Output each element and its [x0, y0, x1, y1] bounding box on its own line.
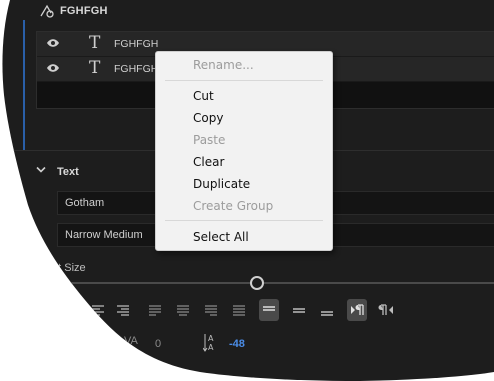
menu-item-clear[interactable]: Clear: [193, 155, 224, 169]
align-right-icon: [113, 301, 133, 319]
menu-separator: [165, 80, 323, 81]
tracking-icon: A A: [203, 332, 221, 352]
align-right-button[interactable]: [113, 301, 133, 319]
svg-text:A: A: [208, 343, 214, 352]
layer-name: FGHFGH: [114, 63, 159, 75]
font-size-slider-thumb[interactable]: [250, 276, 264, 290]
justify-center-icon: [173, 301, 193, 319]
ltr-direction-icon: [347, 301, 367, 319]
menu-item-paste[interactable]: Paste: [193, 133, 225, 147]
justify-right-icon: [201, 301, 221, 319]
align-bottom-icon: [317, 301, 337, 319]
align-left-button[interactable]: [88, 301, 108, 319]
align-middle-button[interactable]: [289, 301, 309, 319]
context-menu: Rename... Cut Copy Paste Clear Duplicate…: [155, 51, 333, 251]
menu-item-select-all[interactable]: Select All: [193, 230, 249, 244]
justify-right-button[interactable]: [201, 301, 221, 319]
kerning-label: VA: [124, 335, 138, 347]
justify-left-button[interactable]: [145, 301, 165, 319]
align-bottom-button[interactable]: [317, 301, 337, 319]
align-top-icon: [259, 301, 279, 319]
menu-item-duplicate[interactable]: Duplicate: [193, 177, 250, 191]
align-middle-icon: [289, 301, 309, 319]
justify-all-button[interactable]: [229, 301, 249, 319]
font-size-slider-track[interactable]: [60, 282, 494, 284]
tracking-value[interactable]: -48: [229, 338, 245, 350]
layer-shape-icon: [38, 3, 56, 19]
eye-icon[interactable]: [46, 63, 60, 73]
align-left-icon: [88, 301, 108, 319]
font-style-value: Narrow Medium: [65, 229, 143, 241]
text-layer-icon: T: [89, 33, 101, 53]
menu-item-copy[interactable]: Copy: [193, 111, 223, 125]
panel-header-title: FGHFGH: [60, 5, 108, 17]
kerning-value[interactable]: 0: [155, 338, 161, 350]
justify-all-icon: [229, 301, 249, 319]
font-family-value: Gotham: [65, 197, 105, 209]
justify-left-icon: [145, 301, 165, 319]
text-layer-icon: T: [89, 58, 101, 78]
menu-item-cut[interactable]: Cut: [193, 89, 214, 103]
panel-edge-highlight: [23, 20, 25, 150]
eye-icon[interactable]: [46, 38, 60, 48]
layer-name: FGHFGH: [114, 38, 159, 50]
chevron-down-icon[interactable]: [36, 166, 46, 174]
section-title-text[interactable]: Text: [57, 166, 79, 178]
menu-item-rename[interactable]: Rename...: [193, 58, 254, 72]
menu-separator: [165, 220, 323, 221]
justify-center-button[interactable]: [173, 301, 193, 319]
rtl-direction-icon: [376, 301, 396, 319]
rtl-direction-button[interactable]: [376, 301, 396, 319]
align-top-button[interactable]: [259, 299, 279, 321]
ltr-direction-button[interactable]: [347, 299, 367, 321]
menu-item-create-group[interactable]: Create Group: [193, 199, 273, 213]
svg-text:A: A: [208, 334, 214, 343]
font-size-label: nt Size: [52, 262, 86, 274]
